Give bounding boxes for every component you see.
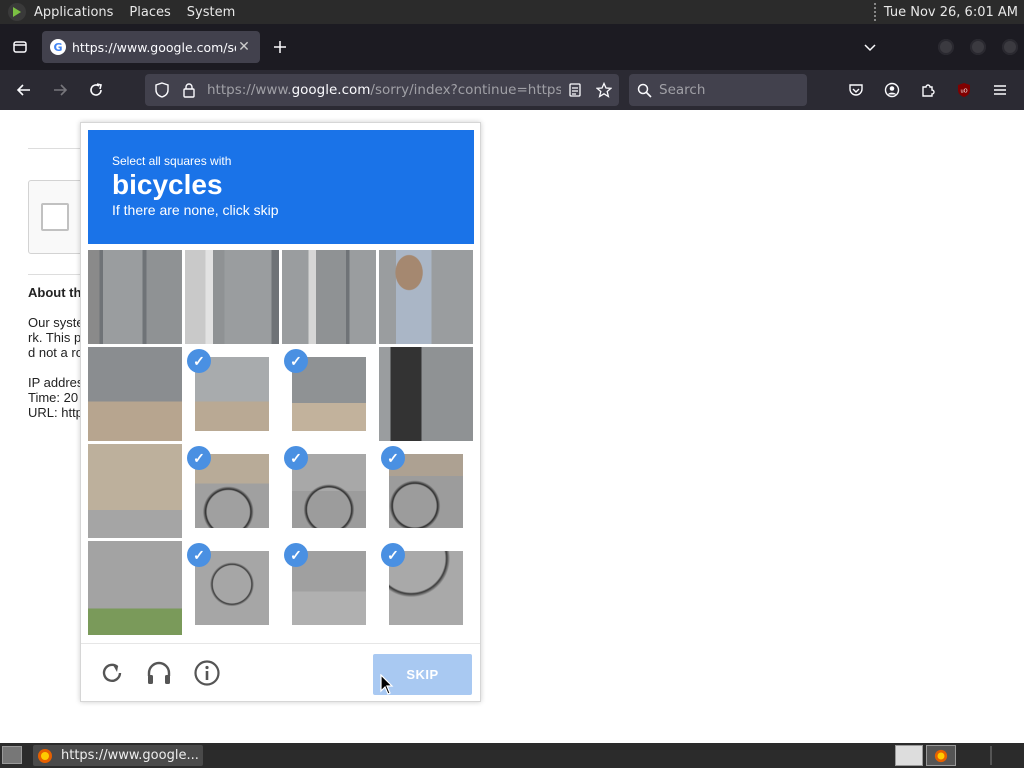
- recaptcha-checkbox[interactable]: [41, 203, 69, 231]
- tab-title: https://www.google.com/so: [72, 39, 236, 55]
- captcha-tile[interactable]: ✓: [282, 541, 376, 635]
- reload-page-icon[interactable]: [80, 74, 112, 106]
- panel-separator: [873, 3, 876, 21]
- top-panel: Applications Places System Tue Nov 26, 6…: [0, 0, 1024, 24]
- workspace-switcher-2[interactable]: [926, 745, 956, 766]
- search-bar[interactable]: Search: [629, 74, 807, 106]
- check-icon: ✓: [187, 446, 211, 470]
- captcha-skip-hint: If there are none, click skip: [112, 202, 279, 218]
- tab-bar: G https://www.google.com/so ✕: [0, 24, 1024, 70]
- svg-text:uO: uO: [960, 89, 967, 95]
- clock[interactable]: Tue Nov 26, 6:01 AM: [884, 5, 1024, 20]
- nav-bar: https://www.google.com/sorry/index?conti…: [0, 70, 1024, 110]
- reload-icon[interactable]: [97, 658, 127, 688]
- about-heading: About th: [28, 285, 82, 300]
- url-bar[interactable]: https://www.google.com/sorry/index?conti…: [145, 74, 619, 106]
- url-line: URL: http: [28, 405, 83, 420]
- account-icon[interactable]: [876, 74, 908, 106]
- captcha-target-word: bicycles: [112, 169, 223, 200]
- captcha-tile[interactable]: ✓: [88, 541, 182, 635]
- captcha-instruction: Select all squares with: [112, 154, 232, 168]
- check-icon: ✓: [187, 543, 211, 567]
- minimize-button[interactable]: [938, 39, 954, 55]
- captcha-tile[interactable]: ✓: [185, 250, 279, 344]
- captcha-image-grid: ✓ ✓ ✓ ✓ ✓ ✓ ✓ ✓ ✓ ✓ ✓ ✓ ✓ ✓ ✓ ✓: [88, 250, 474, 636]
- bottom-panel: https://www.google...: [0, 743, 1024, 768]
- divider-bottom: [28, 274, 88, 275]
- forward-arrow-icon[interactable]: [44, 74, 76, 106]
- google-favicon-icon: G: [50, 39, 66, 55]
- panel-edge-divider: [990, 746, 992, 765]
- back-arrow-icon[interactable]: [8, 74, 40, 106]
- taskbar-firefox-window[interactable]: https://www.google...: [33, 745, 203, 766]
- tab-close-icon[interactable]: ✕: [236, 39, 252, 55]
- pocket-icon[interactable]: [840, 74, 872, 106]
- lock-icon[interactable]: [177, 82, 201, 98]
- check-icon: ✓: [284, 543, 308, 567]
- recaptcha-box: [28, 180, 88, 254]
- reader-view-icon[interactable]: [561, 82, 589, 98]
- extensions-puzzle-icon[interactable]: [912, 74, 944, 106]
- captcha-tile[interactable]: ✓: [88, 250, 182, 344]
- search-icon: [629, 83, 659, 98]
- mouse-cursor-icon: [380, 674, 394, 695]
- url-host: google.com: [291, 82, 371, 98]
- check-icon: ✓: [381, 446, 405, 470]
- check-icon: ✓: [284, 446, 308, 470]
- captcha-tile[interactable]: ✓: [379, 541, 473, 635]
- captcha-tile[interactable]: ✓: [379, 444, 473, 538]
- firefox-mini-icon: [934, 749, 948, 762]
- headphones-icon[interactable]: [144, 658, 174, 688]
- captcha-tile[interactable]: ✓: [88, 444, 182, 538]
- captcha-footer: SKIP: [81, 643, 480, 701]
- captcha-tile[interactable]: ✓: [282, 347, 376, 441]
- captcha-tile[interactable]: ✓: [185, 541, 279, 635]
- captcha-tile[interactable]: ✓: [185, 347, 279, 441]
- body-line-3: d not a ro: [28, 345, 83, 360]
- firefox-icon: [38, 748, 52, 763]
- body-line-2: rk. This p: [28, 330, 82, 345]
- captcha-tile[interactable]: ✓: [185, 444, 279, 538]
- taskbar-item-label: https://www.google...: [61, 748, 199, 763]
- tracking-shield-icon[interactable]: [147, 82, 177, 98]
- check-icon: ✓: [284, 349, 308, 373]
- close-window-button[interactable]: [1002, 39, 1018, 55]
- tab-overview-icon[interactable]: [4, 31, 36, 63]
- captcha-tile[interactable]: ✓: [282, 250, 376, 344]
- info-icon[interactable]: [192, 658, 222, 688]
- maximize-button[interactable]: [970, 39, 986, 55]
- captcha-header: Select all squares with bicycles If ther…: [88, 130, 474, 244]
- menu-places[interactable]: Places: [121, 5, 178, 20]
- check-icon: ✓: [381, 543, 405, 567]
- gnome-logo-icon[interactable]: [8, 3, 26, 21]
- check-icon: ✓: [187, 349, 211, 373]
- menu-applications[interactable]: Applications: [26, 5, 121, 20]
- search-placeholder: Search: [659, 82, 706, 98]
- list-tabs-chevron-icon[interactable]: [854, 31, 886, 63]
- menu-system[interactable]: System: [179, 5, 243, 20]
- bookmark-star-icon[interactable]: [589, 82, 619, 98]
- new-tab-icon[interactable]: [264, 31, 296, 63]
- ip-address-line: IP addres: [28, 375, 84, 390]
- captcha-challenge: Select all squares with bicycles If ther…: [80, 122, 481, 702]
- captcha-tile[interactable]: ✓: [282, 444, 376, 538]
- time-line: Time: 20: [28, 390, 79, 405]
- body-line-1: Our syste: [28, 315, 84, 330]
- workspace-switcher-1[interactable]: [895, 745, 923, 766]
- show-desktop-icon[interactable]: [2, 746, 22, 764]
- url-text: https://www.google.com/sorry/index?conti…: [207, 82, 561, 98]
- browser-tab[interactable]: G https://www.google.com/so ✕: [42, 31, 260, 63]
- hamburger-menu-icon[interactable]: [984, 74, 1016, 106]
- captcha-tile[interactable]: ✓: [88, 347, 182, 441]
- captcha-tile[interactable]: ✓: [379, 250, 473, 344]
- captcha-tile[interactable]: ✓: [379, 347, 473, 441]
- ublock-origin-icon[interactable]: uO: [948, 74, 980, 106]
- url-path: /sorry/index?continue=https://w: [370, 82, 561, 98]
- url-prefix: https://www.: [207, 82, 292, 98]
- divider-top: [28, 148, 88, 149]
